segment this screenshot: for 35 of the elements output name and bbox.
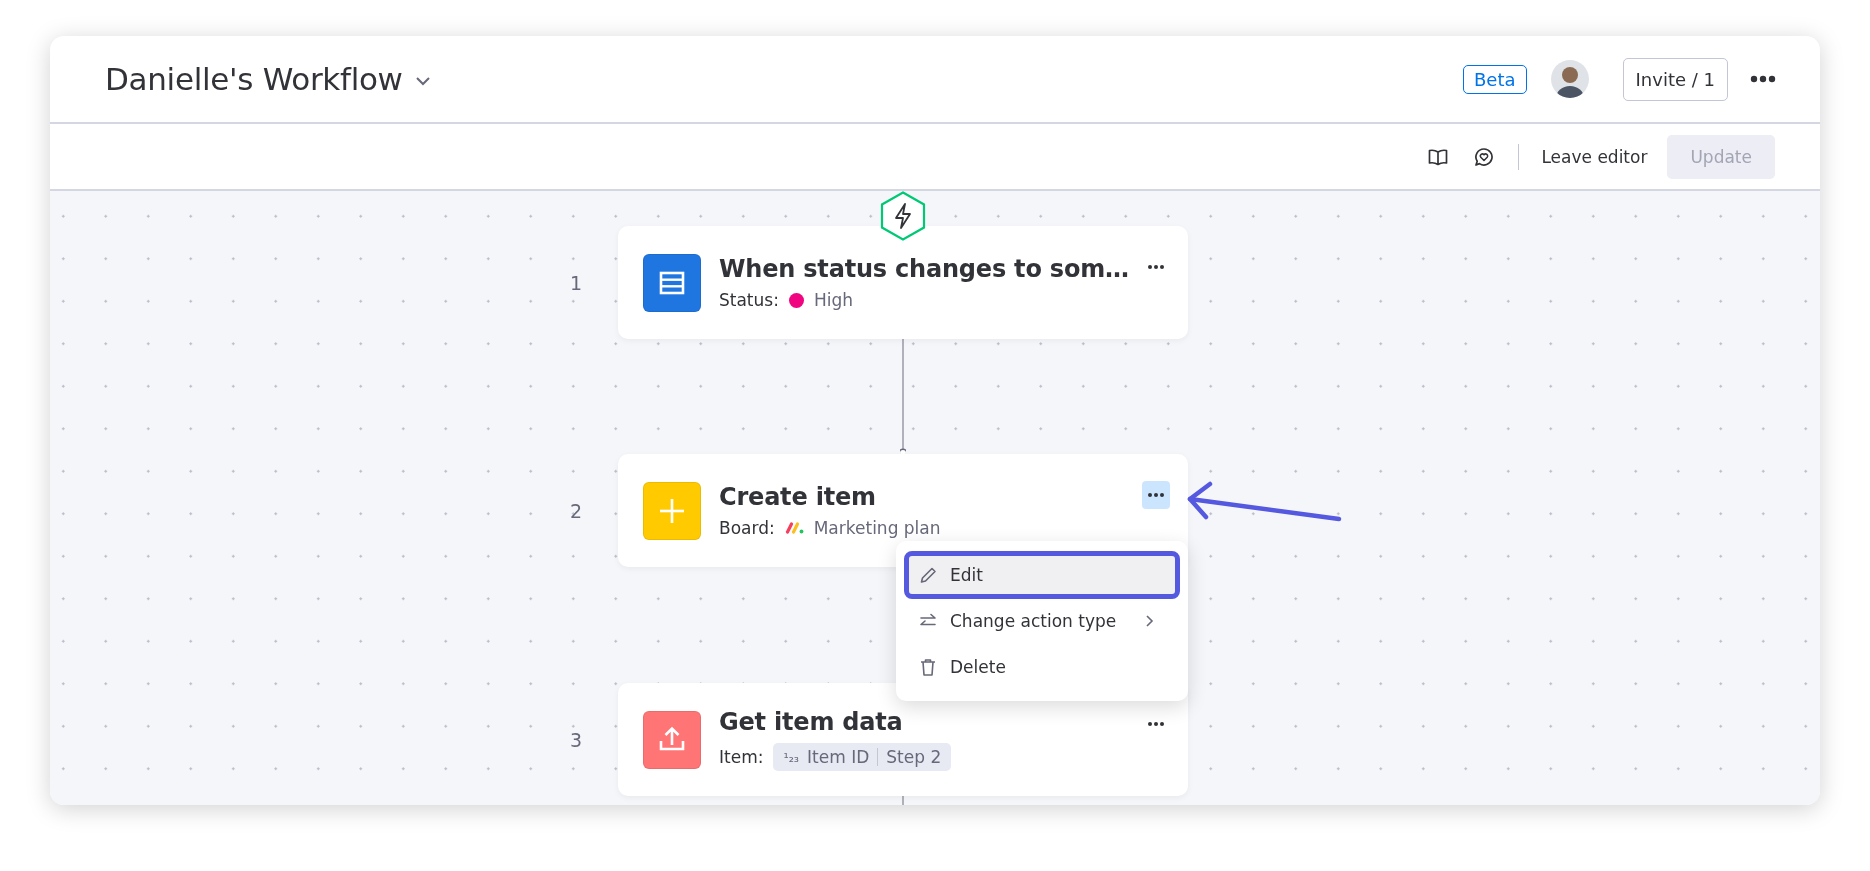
step-card[interactable]: When status changes to som… Status: High (618, 226, 1188, 339)
pencil-icon (918, 565, 938, 585)
chip-label: Item ID (807, 747, 870, 767)
menu-item[interactable]: Edit (906, 553, 1178, 597)
trash-icon (918, 657, 938, 677)
menu-item[interactable]: Change action type (906, 599, 1178, 643)
chat-heart-icon[interactable] (1473, 146, 1494, 167)
step-card[interactable]: Get item data Item: ¹₂₃ Item ID Step 2 (618, 683, 1188, 796)
board-name[interactable]: Marketing plan (813, 518, 941, 538)
board-icon (784, 521, 805, 535)
step-title: Get item data (719, 708, 904, 736)
plus-icon (643, 481, 701, 540)
step-number: 2 (569, 499, 584, 522)
field-label: Status: (719, 290, 779, 310)
invite-button[interactable]: Invite / 1 (1622, 57, 1728, 101)
book-icon[interactable] (1427, 147, 1448, 166)
variable-chip[interactable]: ¹₂₃ Item ID Step 2 (773, 743, 952, 771)
status-value: High (813, 290, 853, 310)
step-title: When status changes to som… (719, 255, 1130, 283)
upload-icon (643, 710, 701, 769)
avatar[interactable] (1550, 60, 1589, 98)
beta-badge: Beta (1463, 64, 1527, 94)
chevron-down-icon[interactable] (414, 76, 431, 86)
step-number: 3 (569, 728, 584, 751)
field-label: Item: (719, 747, 764, 767)
workflow-title: Danielle's Workflow (105, 61, 403, 97)
more-icon[interactable] (1142, 481, 1170, 509)
step-number: 1 (569, 271, 584, 294)
field-label: Board: (719, 518, 775, 538)
connector-line (902, 796, 904, 805)
number-icon: ¹₂₃ (783, 749, 800, 765)
step-title: Create item (719, 483, 877, 511)
leave-editor-button[interactable]: Leave editor (1529, 138, 1660, 175)
chip-source: Step 2 (886, 747, 942, 767)
table-icon (643, 253, 701, 312)
